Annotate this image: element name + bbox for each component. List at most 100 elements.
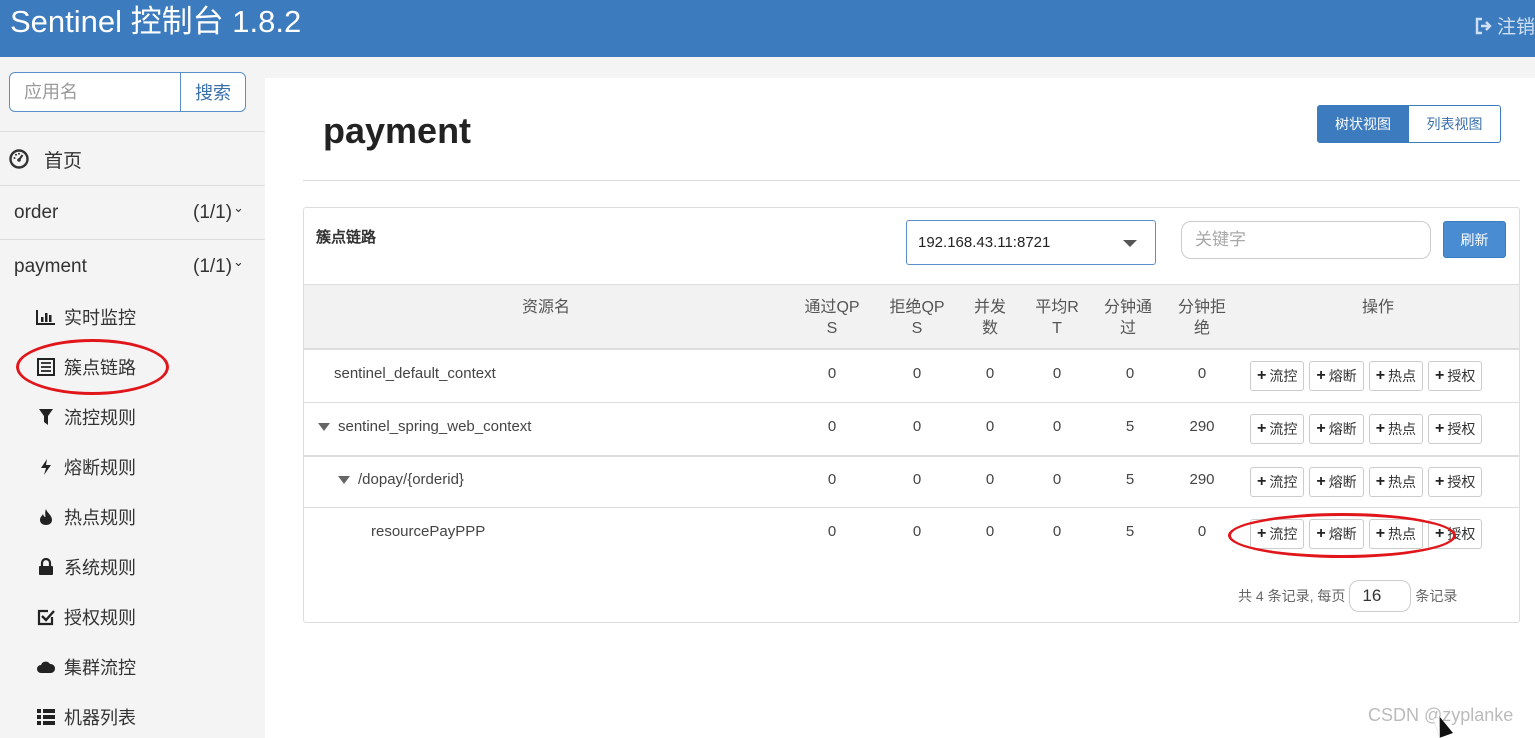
panel-title: 簇点链路 bbox=[316, 229, 377, 246]
add-hot-rule-button[interactable]: + 热点 bbox=[1368, 414, 1424, 444]
logout-label: 注销 bbox=[1496, 17, 1535, 38]
sidebar-item-hot-rules[interactable]: 热点规则 bbox=[0, 492, 265, 542]
filter-icon bbox=[36, 407, 56, 427]
bar-chart-icon bbox=[36, 307, 56, 327]
minute-pass: 5 bbox=[1125, 418, 1135, 435]
add-degrade-rule-button[interactable]: + 熔断 bbox=[1309, 361, 1364, 391]
app-search-input[interactable] bbox=[9, 72, 180, 112]
sidebar-item-cluster-link[interactable]: 簇点链路 bbox=[0, 342, 265, 392]
button-label: 流控 bbox=[1269, 368, 1298, 384]
button-label: 流控 bbox=[1269, 526, 1298, 542]
list-view-button[interactable]: 列表视图 bbox=[1409, 105, 1501, 143]
keyword-input[interactable] bbox=[1181, 221, 1431, 259]
resource-name: sentinel_default_context bbox=[334, 365, 496, 382]
header-line: 通过QP bbox=[804, 299, 860, 316]
caret-down-icon bbox=[1123, 240, 1137, 247]
minute-block: 290 bbox=[1189, 418, 1215, 435]
add-degrade-rule-button[interactable]: + 熔断 bbox=[1309, 414, 1364, 444]
sidebar-item-auth-rules[interactable]: 授权规则 bbox=[0, 592, 265, 642]
minute-block: 290 bbox=[1189, 471, 1215, 488]
expand-triangle-icon[interactable] bbox=[318, 423, 330, 432]
add-auth-rule-button[interactable]: + 授权 bbox=[1428, 467, 1483, 497]
sidebar-item-flow-rules[interactable]: 流控规则 bbox=[0, 392, 265, 442]
add-flow-rule-button[interactable]: + 流控 bbox=[1250, 519, 1305, 549]
button-label: 热点 bbox=[1388, 474, 1417, 490]
machine-select[interactable]: 192.168.43.11:8721 bbox=[906, 220, 1156, 265]
plus-icon: + bbox=[1435, 367, 1445, 384]
main-content: payment 树状视图 列表视图 簇点链路 192.168.43.11:872… bbox=[265, 78, 1535, 738]
pagination-total: 共 4 条记录, 每页 bbox=[1238, 588, 1346, 604]
plus-icon: + bbox=[1375, 525, 1386, 542]
page-size-input[interactable] bbox=[1349, 580, 1412, 612]
button-label: 热点 bbox=[1388, 526, 1417, 542]
plus-icon: + bbox=[1257, 420, 1267, 437]
sidebar-item-cluster-flow[interactable]: 集群流控 bbox=[0, 642, 265, 692]
add-flow-rule-button[interactable]: + 流控 bbox=[1250, 361, 1305, 391]
button-label: 热点 bbox=[1388, 421, 1417, 437]
dashboard-icon bbox=[9, 149, 29, 169]
block-qps: 0 bbox=[912, 365, 922, 382]
refresh-button[interactable]: 刷新 bbox=[1443, 221, 1506, 258]
header-line: 绝 bbox=[1193, 320, 1210, 337]
plus-icon: + bbox=[1316, 367, 1326, 384]
button-label: 授权 bbox=[1447, 421, 1476, 437]
column-header-pass-qps: 通过QP S bbox=[802, 297, 862, 339]
add-hot-rule-button[interactable]: + 热点 bbox=[1368, 519, 1424, 549]
add-degrade-rule-button[interactable]: + 熔断 bbox=[1309, 467, 1364, 497]
table-header: 资源名 通过QP S 拒绝QP S 并发 数 平均R T 分钟通 过 分钟拒 绝… bbox=[304, 284, 1519, 350]
sidebar-item-machine-list[interactable]: 机器列表 bbox=[0, 692, 265, 738]
plus-icon: + bbox=[1375, 420, 1386, 437]
button-label: 流控 bbox=[1269, 421, 1298, 437]
brand-title[interactable]: Sentinel 控制台 1.8.2 bbox=[10, 2, 301, 42]
app-search-button[interactable]: 搜索 bbox=[180, 72, 246, 112]
header-line: S bbox=[911, 320, 923, 337]
sidebar-item-system-rules[interactable]: 系统规则 bbox=[0, 542, 265, 592]
minute-pass: 5 bbox=[1125, 471, 1135, 488]
header-line: 分钟拒 bbox=[1177, 299, 1226, 316]
minute-block: 0 bbox=[1197, 523, 1207, 540]
button-label: 授权 bbox=[1447, 526, 1476, 542]
lock-icon bbox=[36, 557, 56, 577]
add-flow-rule-button[interactable]: + 流控 bbox=[1250, 414, 1305, 444]
add-auth-rule-button[interactable]: + 授权 bbox=[1428, 361, 1483, 391]
add-hot-rule-button[interactable]: + 热点 bbox=[1368, 467, 1424, 497]
header-line: 平均R bbox=[1035, 299, 1079, 316]
button-label: 授权 bbox=[1447, 474, 1476, 490]
plus-icon: + bbox=[1316, 525, 1326, 542]
minute-pass: 0 bbox=[1125, 365, 1135, 382]
tree-view-button[interactable]: 树状视图 bbox=[1317, 105, 1409, 143]
sidebar-item-home[interactable]: 首页 bbox=[0, 131, 265, 186]
block-qps: 0 bbox=[912, 471, 922, 488]
add-hot-rule-button[interactable]: + 热点 bbox=[1368, 361, 1424, 391]
cloud-icon bbox=[36, 657, 56, 677]
sidebar-app-order[interactable]: order (1/1) ⌄ bbox=[0, 185, 265, 240]
row-actions: + 流控 + 熔断 + 热点 + 授权 bbox=[1250, 361, 1483, 391]
add-auth-rule-button[interactable]: + 授权 bbox=[1428, 519, 1483, 549]
add-degrade-rule-button[interactable]: + 熔断 bbox=[1309, 519, 1364, 549]
resource-name: sentinel_spring_web_context bbox=[338, 418, 532, 435]
block-qps: 0 bbox=[912, 523, 922, 540]
add-flow-rule-button[interactable]: + 流控 bbox=[1250, 467, 1305, 497]
fire-icon bbox=[36, 507, 56, 527]
sign-out-icon bbox=[1475, 17, 1492, 34]
plus-icon: + bbox=[1435, 473, 1445, 490]
app-name: order bbox=[14, 202, 59, 223]
header-line: 过 bbox=[1119, 320, 1136, 337]
plus-icon: + bbox=[1435, 525, 1445, 542]
column-header-concurrency: 并发 数 bbox=[970, 297, 1010, 339]
app-search: 搜索 bbox=[9, 72, 246, 112]
sidebar-item-realtime-monitor[interactable]: 实时监控 bbox=[0, 292, 265, 342]
logout-button[interactable]: 注销 bbox=[1475, 12, 1535, 39]
table-row: /dopay/{orderid} 0 0 0 0 5 290 + 流控 + 熔断 +… bbox=[304, 456, 1519, 508]
sidebar-item-degrade-rules[interactable]: 熔断规则 bbox=[0, 442, 265, 492]
check-square-icon bbox=[36, 607, 56, 627]
concurrency: 0 bbox=[985, 523, 995, 540]
table-row: sentinel_spring_web_context 0 0 0 0 5 29… bbox=[304, 404, 1519, 456]
chevron-down-icon: ⌄ bbox=[233, 200, 244, 215]
expand-triangle-icon[interactable] bbox=[338, 476, 350, 485]
app-machine-count: (1/1) bbox=[193, 202, 233, 223]
avg-rt: 0 bbox=[1052, 523, 1062, 540]
add-auth-rule-button[interactable]: + 授权 bbox=[1428, 414, 1483, 444]
sidebar-app-payment[interactable]: payment (1/1) ⌄ bbox=[0, 239, 265, 294]
divider bbox=[303, 180, 1520, 181]
